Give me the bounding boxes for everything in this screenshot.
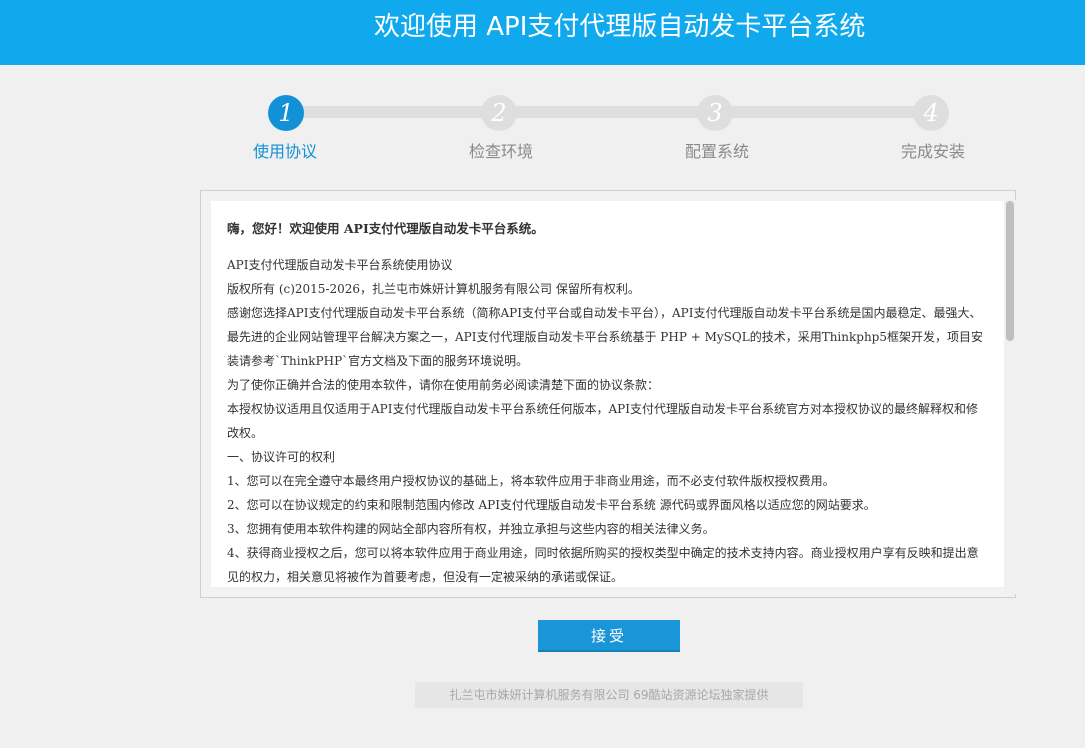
step-4-label: 完成安装 [900,142,965,161]
step-1-label: 使用协议 [252,142,317,161]
agreement-paragraph: 4、获得商业授权之后，您可以将本软件应用于商业用途，同时依据所购买的授权类型中确… [227,546,979,584]
agreement-paragraph: 2、您可以在协议规定的约束和限制范围内修改 API支付代理版自动发卡平台系统 源… [227,498,876,512]
step-connector [286,106,499,118]
step-3-label: 配置系统 [684,142,749,161]
step-1-indicator: 1 [268,95,304,131]
agreement-paragraph: 感谢您选择API支付代理版自动发卡平台系统（简称API支付平台或自动发卡平台），… [227,306,983,368]
agreement-paragraph: API支付代理版自动发卡平台系统使用协议 [227,258,453,272]
step-connector [715,106,931,118]
step-connector [499,106,715,118]
footer-credit: 扎兰屯市姝妍计算机服务有限公司 69酷站资源论坛独家提供 [415,682,803,708]
agreement-panel: 嗨，您好！欢迎使用 API支付代理版自动发卡平台系统。 API支付代理版自动发卡… [200,190,1016,598]
agreement-paragraph: 1、您可以在完全遵守本最终用户授权协议的基础上，将本软件应用于非商业用途，而不必… [227,474,835,488]
accept-button[interactable]: 接受 [538,620,680,652]
agreement-paragraph: 一、协议许可的权利 [227,450,336,464]
agreement-paragraph: 为了使你正确并合法的使用本软件，请你在使用前务必阅读清楚下面的协议条款： [227,378,660,392]
agreement-scrollbar[interactable] [1004,200,1016,594]
agreement-paragraph: 3、您拥有使用本软件构建的网站全部内容所有权，并独立承担与这些内容的相关法律义务… [227,522,715,536]
agreement-paragraph: 版权所有 (c)2015-2026，扎兰屯市姝妍计算机服务有限公司 保留所有权利… [227,282,640,296]
agreement-text: 嗨，您好！欢迎使用 API支付代理版自动发卡平台系统。 API支付代理版自动发卡… [227,219,987,587]
agreement-heading: 嗨，您好！欢迎使用 API支付代理版自动发卡平台系统。 [227,221,544,236]
step-2-indicator: 2 [481,95,517,131]
step-2-label: 检查环境 [468,142,533,161]
scrollbar-thumb[interactable] [1006,201,1014,341]
agreement-scroll-area[interactable]: 嗨，您好！欢迎使用 API支付代理版自动发卡平台系统。 API支付代理版自动发卡… [211,201,1005,587]
step-4-indicator: 4 [913,95,949,131]
agreement-paragraph: 本授权协议适用且仅适用于API支付代理版自动发卡平台系统任何版本，API支付代理… [227,402,978,440]
step-3-indicator: 3 [697,95,733,131]
install-steps: 1 2 3 4 使用协议 检查环境 配置系统 完成安装 [0,0,1085,180]
